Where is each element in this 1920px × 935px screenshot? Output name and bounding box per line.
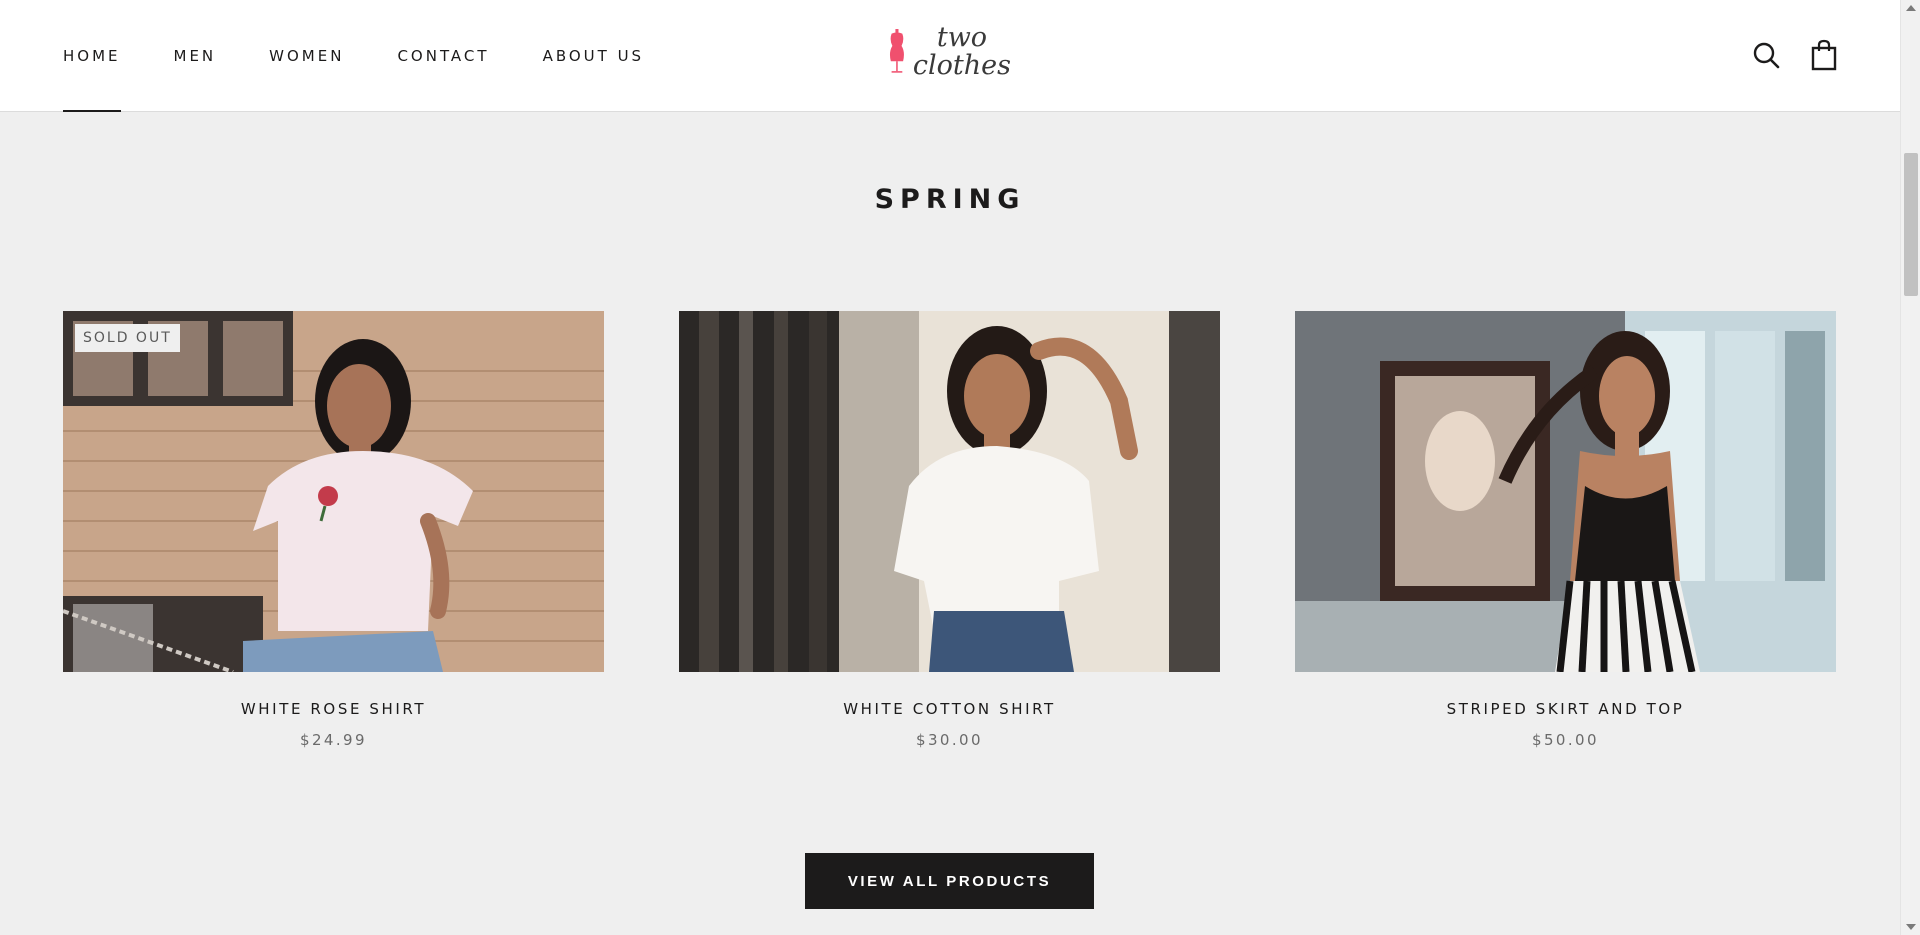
product-photo-white-rose-shirt [63,311,604,672]
sold-out-badge: SOLD OUT [75,324,180,352]
product-grid: SOLD OUT WHITE ROSE SHIRT $24.99 WHITE C… [63,311,1837,751]
product-name[interactable]: WHITE ROSE SHIRT [63,700,604,718]
nav-item-about-us[interactable]: ABOUT US [543,0,645,112]
scroll-thumb[interactable] [1904,153,1918,296]
product-card[interactable]: STRIPED SKIRT AND TOP $50.00 [1295,311,1836,749]
search-icon[interactable] [1750,38,1782,72]
view-all-products-button[interactable]: VIEW ALL PRODUCTS [805,853,1094,909]
scroll-up-arrow-icon[interactable] [1906,5,1916,11]
product-image[interactable]: SOLD OUT [63,311,604,672]
product-card[interactable]: WHITE COTTON SHIRT $30.00 [679,311,1220,749]
dress-form-icon [889,29,904,73]
nav-item-men[interactable]: MEN [174,0,217,112]
scroll-down-arrow-icon[interactable] [1906,924,1916,930]
site-logo[interactable]: two clothes [887,20,1011,84]
site-header: HOME MEN WOMEN CONTACT ABOUT US two clot… [0,0,1900,112]
page-scrollbar[interactable] [1900,0,1920,935]
product-card[interactable]: SOLD OUT WHITE ROSE SHIRT $24.99 [63,311,604,749]
product-photo-white-cotton-shirt [679,311,1220,672]
logo-wordmark: two clothes [913,24,1011,80]
product-image[interactable] [1295,311,1836,672]
nav-item-women[interactable]: WOMEN [269,0,344,112]
product-photo-striped-skirt-and-top [1295,311,1836,672]
shopping-bag-icon[interactable] [1808,38,1840,72]
product-price: $24.99 [300,731,367,749]
product-name[interactable]: STRIPED SKIRT AND TOP [1295,700,1836,718]
product-name[interactable]: WHITE COTTON SHIRT [679,700,1220,718]
product-image[interactable] [679,311,1220,672]
collection-title: SPRING [874,184,1026,215]
nav-item-contact[interactable]: CONTACT [397,0,489,112]
header-actions [1750,38,1840,72]
product-price: $50.00 [1532,731,1599,749]
logo-line-1: two [936,22,988,53]
logo-line-2: clothes [912,50,1011,81]
product-price: $30.00 [916,731,983,749]
main-nav: HOME MEN WOMEN CONTACT ABOUT US [63,0,697,112]
nav-item-home[interactable]: HOME [63,0,121,112]
